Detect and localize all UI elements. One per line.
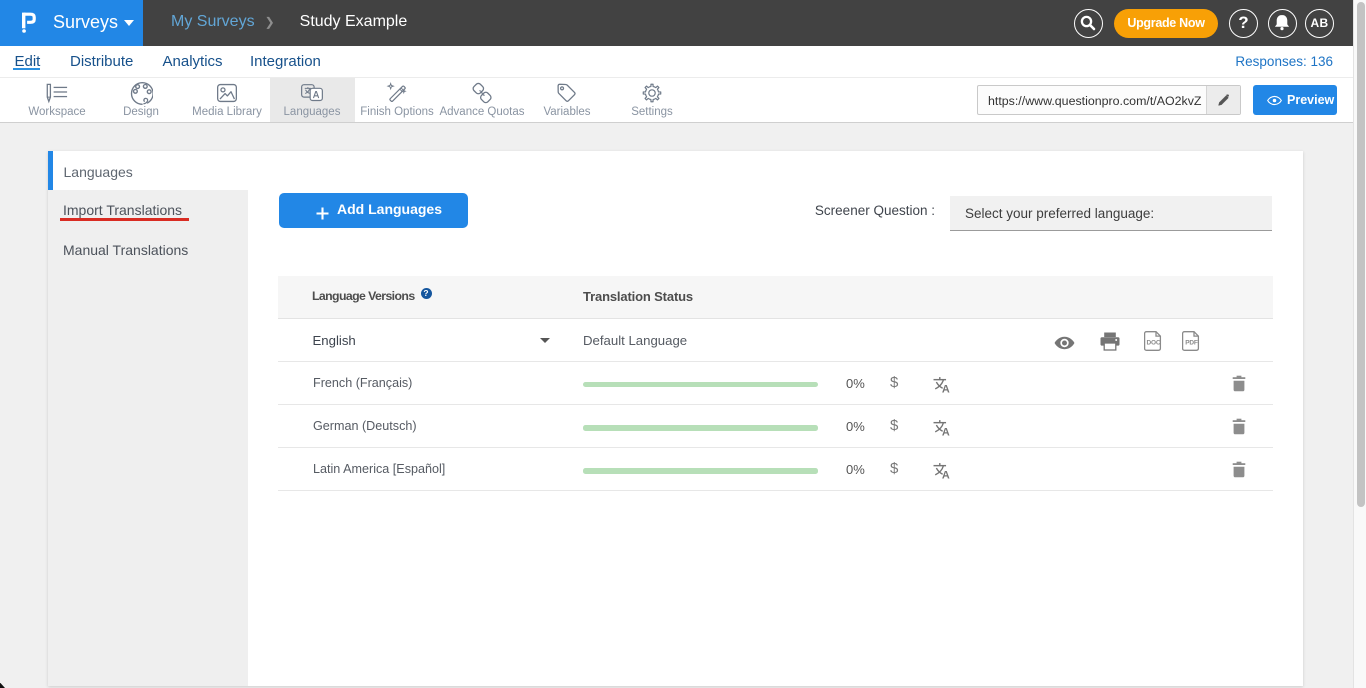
svg-text:A: A xyxy=(942,470,950,480)
svg-text:A: A xyxy=(942,383,950,393)
svg-text:PDF: PDF xyxy=(1185,339,1198,346)
svg-text:DOC: DOC xyxy=(1147,339,1161,346)
svg-text:A: A xyxy=(942,427,950,437)
